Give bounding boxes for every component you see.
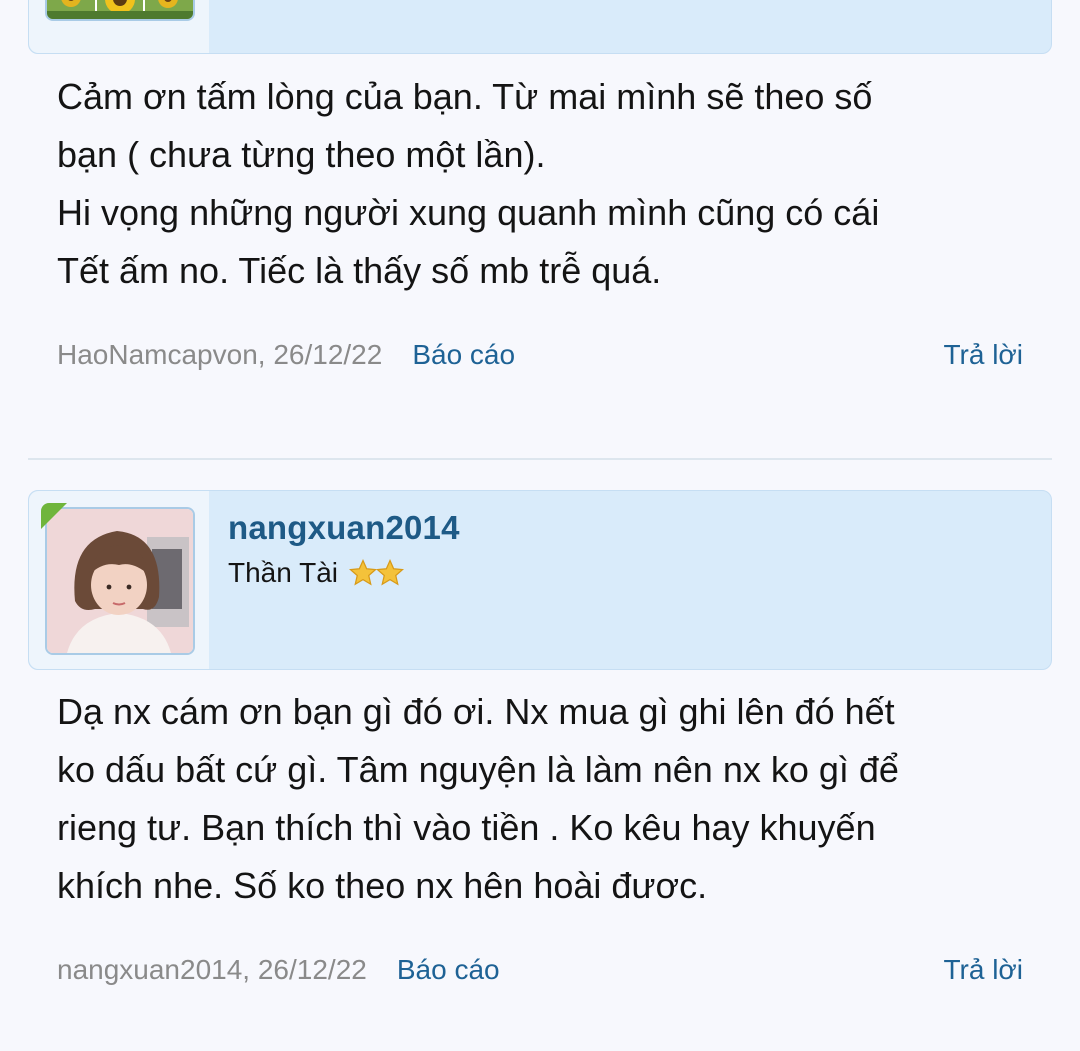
post2-author-date[interactable]: nangxuan2014, 26/12/22	[57, 954, 367, 986]
post2-reply-link[interactable]: Trả lời	[943, 954, 1023, 986]
thread-page: Cảm ơn tấm lòng của bạn. Từ mai mình sẽ …	[0, 0, 1080, 1051]
post1-line-3: Hi vọng những người xung quanh mình cũng…	[57, 192, 880, 233]
sunflower-image	[47, 0, 193, 19]
post1-user-bar	[28, 0, 1052, 54]
online-status-badge	[41, 503, 67, 529]
post2-username[interactable]: nangxuan2014	[228, 509, 460, 547]
user-photo	[47, 509, 193, 653]
post2-meta: nangxuan2014, 26/12/22 Báo cáo Trả lời	[57, 950, 1023, 990]
post1-message: Cảm ơn tấm lòng của bạn. Từ mai mình sẽ …	[57, 68, 1017, 300]
post2-line-3: rieng tư. Bạn thích thì vào tiền . Ko kê…	[57, 807, 876, 848]
rank-stars	[348, 558, 405, 588]
star-icon	[348, 558, 378, 586]
post2-message: Dạ nx cám ơn bạn gì đó ơi. Nx mua gì ghi…	[57, 683, 1017, 915]
star-icon	[375, 558, 405, 586]
post2-line-1: Dạ nx cám ơn bạn gì đó ơi. Nx mua gì ghi…	[57, 691, 895, 732]
post1-meta: HaoNamcapvon, 26/12/22 Báo cáo Trả lời	[57, 335, 1023, 375]
post2-line-2: ko dấu bất cứ gì. Tâm nguyện là làm nên …	[57, 749, 899, 790]
post-divider	[28, 458, 1052, 460]
post1-author-date[interactable]: HaoNamcapvon, 26/12/22	[57, 339, 382, 371]
post1-report-link[interactable]: Báo cáo	[412, 339, 515, 371]
post1-line-1: Cảm ơn tấm lòng của bạn. Từ mai mình sẽ …	[57, 76, 873, 117]
post2-user-bar: nangxuan2014 Thần Tài	[28, 490, 1052, 670]
post2-avatar[interactable]	[45, 507, 195, 655]
post1-line-4: Tết ấm no. Tiếc là thấy số mb trễ quá.	[57, 250, 662, 291]
post1-reply-link[interactable]: Trả lời	[943, 339, 1023, 371]
post2-line-4: khích nhe. Số ko theo nx hên hoài đươc.	[57, 865, 708, 906]
post1-line-2: bạn ( chưa từng theo một lần).	[57, 134, 546, 175]
post1-avatar[interactable]	[45, 0, 195, 21]
post2-report-link[interactable]: Báo cáo	[397, 954, 500, 986]
post2-rank-title: Thần Tài	[228, 557, 338, 588]
post2-user-rank: Thần Tài	[228, 557, 405, 589]
